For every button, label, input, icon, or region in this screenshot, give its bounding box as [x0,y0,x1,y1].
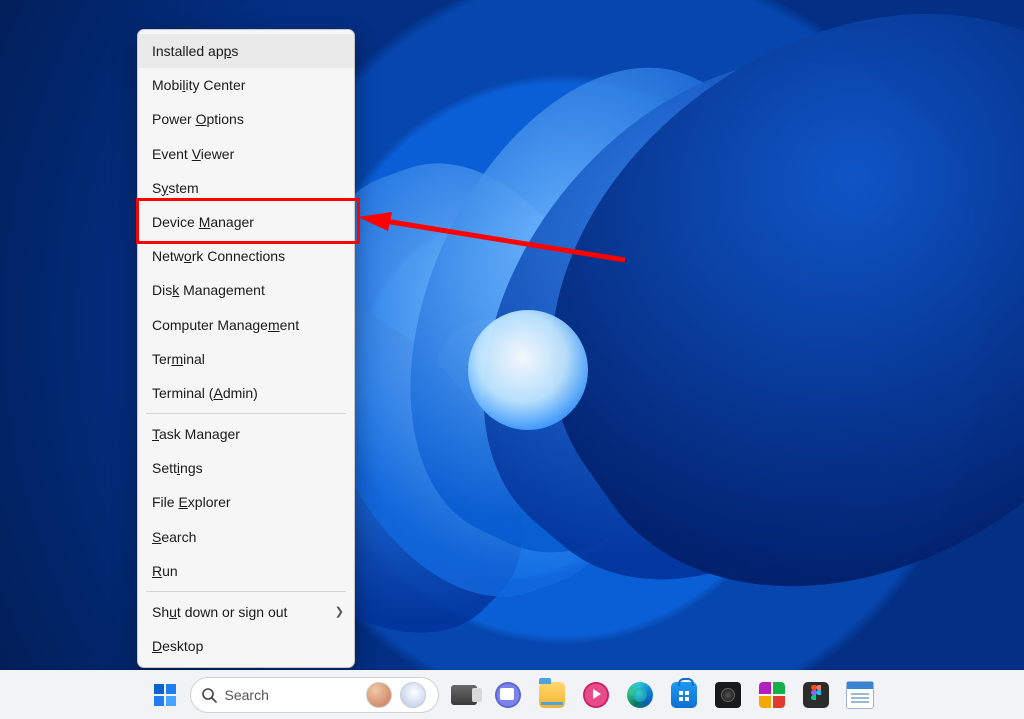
menu-item-desktop[interactable]: Desktop [138,629,354,663]
notepad-button[interactable] [841,676,879,714]
menu-item-power-options[interactable]: Power Options [138,102,354,136]
figma-icon [803,682,829,708]
search-placeholder: Search [225,687,269,703]
taskbar: Search [0,670,1024,719]
search-icon [201,687,217,703]
file-explorer-icon [539,682,565,708]
menu-item-search[interactable]: Search [138,520,354,554]
teams-chat-button[interactable] [489,676,527,714]
task-view-button[interactable] [445,676,483,714]
teams-icon [495,682,521,708]
start-button[interactable] [146,676,184,714]
camera-button[interactable] [709,676,747,714]
camera-icon [715,682,741,708]
menu-item-task-manager[interactable]: Task Manager [138,417,354,451]
menu-item-system[interactable]: System [138,171,354,205]
powertoys-icon [759,682,785,708]
menu-item-shut-down-or-sign-out[interactable]: Shut down or sign out❯ [138,595,354,629]
search-avatar-2 [400,682,426,708]
menu-separator [146,413,346,414]
store-button[interactable] [665,676,703,714]
menu-item-file-explorer[interactable]: File Explorer [138,485,354,519]
menu-item-event-viewer[interactable]: Event Viewer [138,137,354,171]
springboard-button[interactable] [577,676,615,714]
menu-item-run[interactable]: Run [138,554,354,588]
chevron-right-icon: ❯ [335,595,344,629]
edge-button[interactable] [621,676,659,714]
springboard-icon [583,682,609,708]
menu-item-computer-management[interactable]: Computer Management [138,308,354,342]
taskbar-search[interactable]: Search [190,677,439,713]
figma-button[interactable] [797,676,835,714]
store-icon [671,682,697,708]
task-view-icon [451,685,477,705]
menu-item-mobility-center[interactable]: Mobility Center [138,68,354,102]
file-explorer-button[interactable] [533,676,571,714]
search-avatar-1 [366,682,392,708]
menu-item-network-connections[interactable]: Network Connections [138,239,354,273]
menu-item-device-manager[interactable]: Device Manager [138,205,354,239]
menu-item-terminal[interactable]: Terminal [138,342,354,376]
menu-item-settings[interactable]: Settings [138,451,354,485]
powertoys-button[interactable] [753,676,791,714]
menu-separator [146,591,346,592]
menu-item-disk-management[interactable]: Disk Management [138,273,354,307]
menu-item-installed-apps[interactable]: Installed apps [138,34,354,68]
edge-icon [627,682,653,708]
windows-logo-icon [153,683,177,707]
notepad-icon [846,681,874,709]
menu-item-terminal-admin[interactable]: Terminal (Admin) [138,376,354,410]
winx-context-menu: Installed appsMobility CenterPower Optio… [137,29,355,668]
